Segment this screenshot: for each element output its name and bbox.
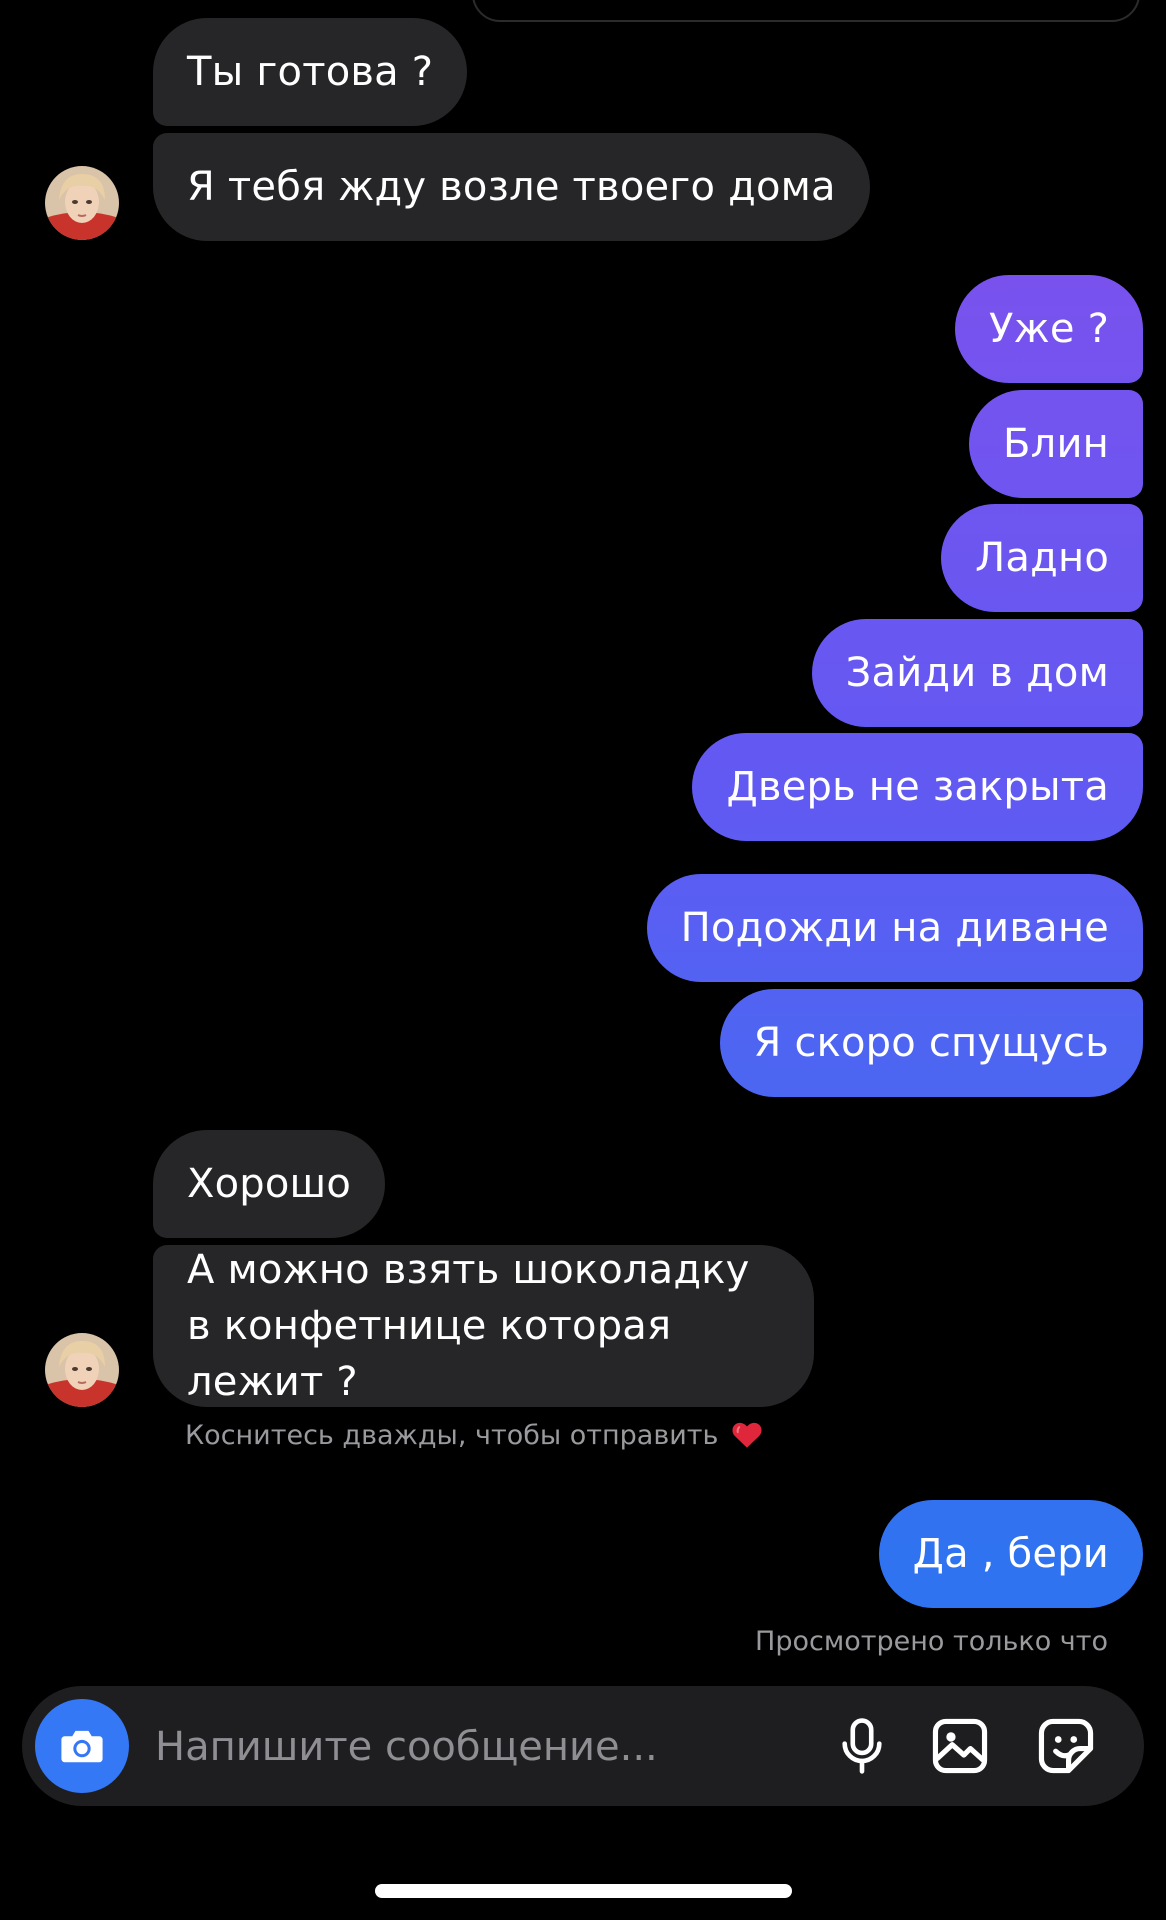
message-text: Дверь не закрыта [726,764,1109,810]
camera-button[interactable] [35,1699,129,1793]
previous-message-card [472,0,1140,22]
message-input[interactable] [153,1712,677,1782]
avatar-image [45,166,119,240]
received-message[interactable]: Ты готова ? [153,18,468,126]
microphone-icon [842,1718,882,1774]
message-text: Хорошо [187,1161,352,1207]
microphone-button[interactable] [828,1712,896,1780]
message-text: Да , бери [912,1531,1109,1577]
sent-message[interactable]: Да , бери [878,1500,1143,1608]
sticker-button[interactable] [1032,1712,1100,1780]
contact-avatar[interactable] [45,166,119,240]
camera-icon [61,1730,103,1763]
sent-message[interactable]: Зайди в дом [811,619,1143,727]
contact-avatar[interactable] [45,1333,119,1407]
sent-message[interactable]: Подожди на диване [646,874,1143,982]
message-composer [22,1686,1144,1806]
message-text: Ты готова ? [187,49,434,95]
heart-icon [732,1422,762,1448]
message-text: Зайди в дом [845,650,1109,696]
received-message[interactable]: Я тебя жду возле твоего дома [153,133,870,241]
double-tap-hint[interactable]: Коснитесь дважды, чтобы отправить [185,1418,764,1452]
hint-text: Коснитесь дважды, чтобы отправить [185,1419,719,1451]
message-text: Подожди на диване [680,905,1109,951]
sent-message[interactable]: Я скоро спущусь [719,989,1143,1097]
sent-message[interactable]: Уже ? [955,275,1143,383]
sent-message[interactable]: Дверь не закрыта [692,733,1143,841]
message-text: Я скоро спущусь [753,1020,1109,1066]
message-text: Уже ? [989,306,1109,352]
received-message[interactable]: Хорошо [153,1130,386,1238]
received-message[interactable]: А можно взять шоколадку в конфетнице кот… [153,1245,814,1407]
message-text: Ладно [975,535,1109,581]
sent-message[interactable]: Ладно [941,504,1143,612]
sticker-icon [1038,1718,1094,1774]
home-indicator[interactable] [375,1884,792,1898]
message-text: Я тебя жду возле твоего дома [187,164,836,210]
sent-message[interactable]: Блин [969,390,1143,498]
seen-status: Просмотрено только что [755,1626,1108,1657]
gallery-icon [932,1718,988,1774]
avatar-image [45,1333,119,1407]
message-text: А можно взять шоколадку в конфетнице кот… [187,1247,750,1405]
gallery-button[interactable] [926,1712,994,1780]
message-text: Блин [1003,421,1109,467]
